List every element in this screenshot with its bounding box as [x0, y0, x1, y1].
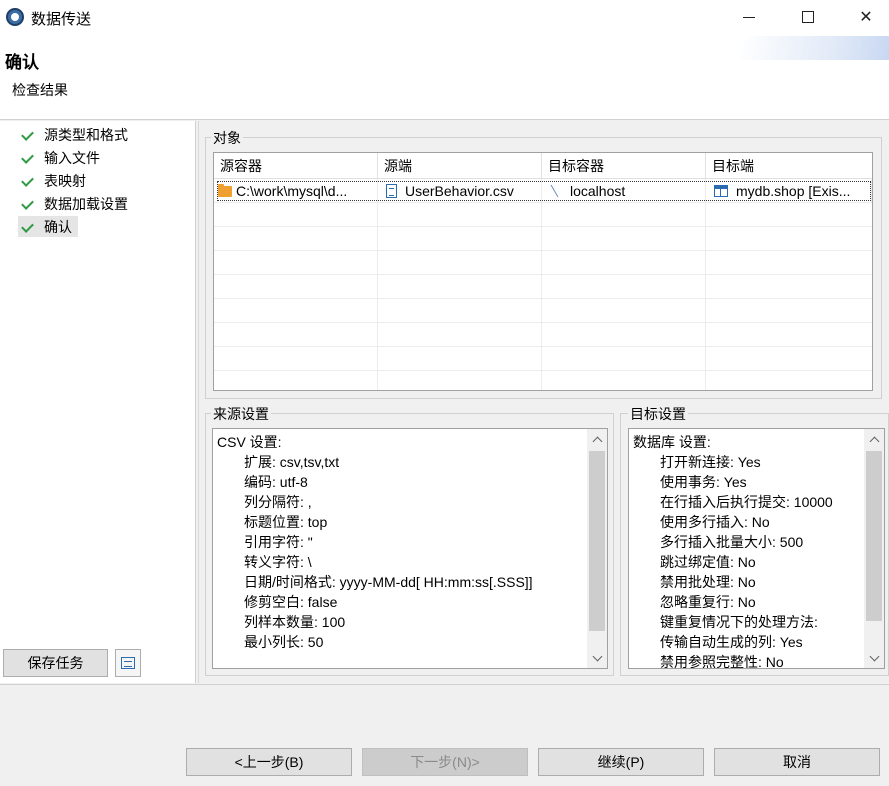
empty-row	[214, 251, 872, 275]
maximize-icon	[802, 11, 814, 23]
empty-row	[214, 299, 872, 323]
target-settings-scrollbar[interactable]	[864, 429, 884, 668]
settings-line: 打开新连接: Yes	[660, 454, 761, 470]
wizard-header: 确认 检查结果	[0, 34, 889, 120]
close-button[interactable]: ✕	[843, 0, 889, 34]
settings-line: 日期/时间格式: yyyy-MM-dd[ HH:mm:ss[.SSS]]	[244, 574, 533, 590]
cancel-button[interactable]: 取消	[714, 748, 880, 776]
save-task-button[interactable]: 保存任务	[3, 649, 108, 677]
empty-row	[214, 227, 872, 251]
check-icon	[22, 152, 34, 164]
window-title: 数据传送	[31, 11, 92, 28]
chevron-down-icon	[592, 651, 602, 661]
nav-item-table-mapping[interactable]: 表映射	[18, 170, 92, 191]
check-icon	[22, 198, 34, 210]
settings-line: 使用事务: Yes	[660, 474, 747, 490]
settings-line: 扩展: csv,tsv,txt	[244, 454, 340, 470]
close-icon: ✕	[859, 9, 873, 26]
folder-icon	[218, 183, 232, 197]
nav-item-source-type[interactable]: 源类型和格式	[18, 124, 134, 145]
target-settings-label: 目标设置	[628, 404, 688, 424]
nav-item-label: 输入文件	[44, 149, 100, 166]
table-header: 源容器 源端 目标容器 目标端	[214, 153, 872, 179]
empty-row	[214, 323, 872, 347]
csv-file-icon	[386, 184, 397, 198]
chevron-down-icon	[869, 651, 879, 661]
nav-item-confirm[interactable]: 确认	[18, 216, 78, 237]
scroll-down-button[interactable]	[864, 648, 884, 668]
settings-line: 跳过绑定值: No	[660, 554, 756, 570]
table-icon	[714, 185, 728, 197]
empty-row	[214, 203, 872, 227]
page-subtitle: 检查结果	[12, 82, 68, 98]
settings-line: 引用字符: "	[244, 534, 313, 550]
nav-item-label: 确认	[44, 218, 72, 235]
settings-line: 修剪空白: false	[244, 594, 338, 610]
settings-line: 禁用批处理: No	[660, 574, 756, 590]
continue-button[interactable]: 继续(P)	[538, 748, 704, 776]
back-button[interactable]: <上一步(B)	[186, 748, 352, 776]
table-row[interactable]: C:\work\mysql\d... UserBehavior.csv loca…	[214, 179, 872, 203]
settings-line: 标题位置: top	[244, 514, 328, 530]
next-button[interactable]: 下一步(N)>	[362, 748, 528, 776]
settings-line: 在行插入后执行提交: 10000	[660, 494, 833, 510]
objects-group-label: 对象	[211, 128, 243, 148]
check-icon	[22, 129, 34, 141]
tool-button[interactable]	[115, 649, 141, 677]
nav-item-label: 源类型和格式	[44, 126, 128, 143]
column-header-source[interactable]: 源端	[378, 153, 542, 179]
source-settings-content: CSV 设置: 扩展: csv,tsv,txt 编码: utf-8 列分隔符: …	[217, 432, 533, 652]
settings-line: 传输自动生成的列: Yes	[660, 634, 803, 650]
settings-line: 最小列长: 50	[244, 634, 324, 650]
maximize-button[interactable]	[785, 0, 831, 34]
settings-heading: 数据库 设置:	[633, 434, 711, 450]
chevron-up-icon	[592, 436, 602, 446]
splitter[interactable]	[198, 121, 199, 683]
column-header-target[interactable]: 目标端	[706, 153, 872, 179]
source-settings-text[interactable]: CSV 设置: 扩展: csv,tsv,txt 编码: utf-8 列分隔符: …	[212, 428, 608, 669]
source-settings-scrollbar[interactable]	[587, 429, 607, 668]
nav-item-label: 表映射	[44, 172, 86, 189]
empty-row	[214, 371, 872, 390]
app-icon	[6, 8, 24, 26]
objects-table: 源容器 源端 目标容器 目标端 C:\work\mysql\d... UserB…	[213, 152, 873, 391]
nav-item-label: 数据加载设置	[44, 195, 128, 212]
column-header-target-container[interactable]: 目标容器	[542, 153, 706, 179]
nav-item-input-file[interactable]: 输入文件	[18, 147, 106, 168]
settings-line: 列分隔符: ,	[244, 494, 312, 510]
nav-item-load-settings[interactable]: 数据加载设置	[18, 193, 134, 214]
settings-heading: CSV 设置:	[217, 434, 282, 450]
minimize-icon	[743, 16, 755, 18]
check-icon	[22, 221, 34, 233]
chevron-up-icon	[869, 436, 879, 446]
empty-row	[214, 275, 872, 299]
settings-line: 键重复情况下的处理方法:	[660, 614, 818, 630]
scroll-thumb[interactable]	[866, 451, 882, 621]
scroll-up-button[interactable]	[864, 429, 884, 449]
row-focus-outline	[216, 180, 872, 202]
column-header-source-container[interactable]: 源容器	[214, 153, 378, 179]
target-settings-text[interactable]: 数据库 设置: 打开新连接: Yes 使用事务: Yes 在行插入后执行提交: …	[628, 428, 885, 669]
settings-line: 禁用参照完整性: No	[660, 654, 784, 669]
page-title: 确认	[5, 53, 39, 72]
header-decoration	[739, 36, 889, 60]
target-settings-content: 数据库 设置: 打开新连接: Yes 使用事务: Yes 在行插入后执行提交: …	[633, 432, 833, 669]
empty-row	[214, 347, 872, 371]
title-bar: 数据传送 ✕	[0, 0, 889, 34]
settings-line: 使用多行插入: No	[660, 514, 770, 530]
check-icon	[22, 175, 34, 187]
network-icon	[121, 657, 135, 669]
connection-icon	[548, 184, 562, 198]
minimize-button[interactable]	[726, 0, 772, 34]
scroll-down-button[interactable]	[587, 648, 607, 668]
settings-line: 编码: utf-8	[244, 474, 308, 490]
settings-line: 转义字符: \	[244, 554, 312, 570]
settings-line: 列样本数量: 100	[244, 614, 346, 630]
scroll-thumb[interactable]	[589, 451, 605, 631]
settings-line: 忽略重复行: No	[660, 594, 756, 610]
wizard-steps-panel: 源类型和格式 输入文件 表映射 数据加载设置 确认	[0, 121, 196, 683]
scroll-up-button[interactable]	[587, 429, 607, 449]
settings-line: 多行插入批量大小: 500	[660, 534, 804, 550]
source-settings-label: 来源设置	[211, 404, 271, 424]
